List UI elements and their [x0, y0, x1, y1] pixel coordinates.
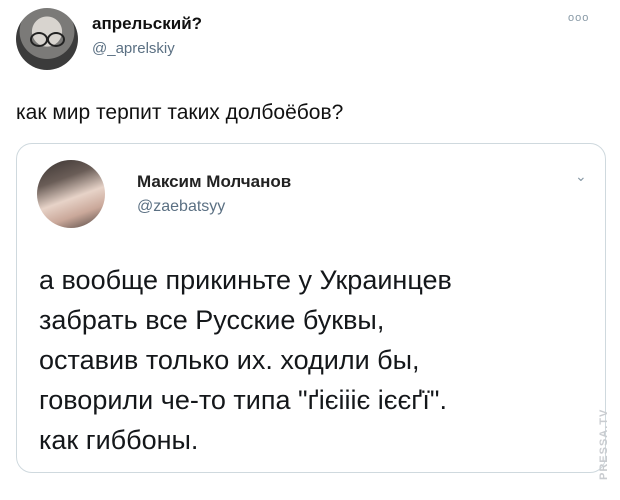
avatar-glasses-graphic — [30, 32, 65, 47]
quoted-tweet-text: а вообще прикиньте у Украинцев забрать в… — [39, 260, 599, 460]
quoted-text-line: говорили че-то типа "ґієіііє ієєґї". — [39, 385, 447, 415]
watermark: PRESSA.TV — [598, 408, 610, 480]
author-name[interactable]: апрельский? — [92, 14, 202, 34]
quoted-author-avatar[interactable] — [37, 160, 105, 228]
quoted-author-name[interactable]: Максим Молчанов — [137, 172, 291, 192]
tweet-card: апрельский? @_aprelskiy ooo как мир терп… — [0, 0, 620, 500]
quoted-text-line: оставив только их. ходили бы, — [39, 345, 420, 375]
author-avatar[interactable] — [16, 8, 78, 70]
quoted-text-line: а вообще прикиньте у Украинцев — [39, 265, 452, 295]
author-handle[interactable]: @_aprelskiy — [92, 40, 175, 57]
quoted-text-line: как гиббоны. — [39, 425, 199, 455]
tweet-text: как мир терпит таких долбоёбов? — [16, 101, 344, 124]
quoted-author-handle[interactable]: @zaebatsyy — [137, 198, 225, 216]
more-options-icon[interactable]: ooo — [568, 12, 589, 24]
chevron-down-icon[interactable]: ⌄ — [575, 168, 587, 185]
quoted-tweet[interactable]: Максим Молчанов @zaebatsyy ⌄ а вообще пр… — [16, 143, 606, 473]
quoted-text-line: забрать все Русские буквы, — [39, 305, 385, 335]
